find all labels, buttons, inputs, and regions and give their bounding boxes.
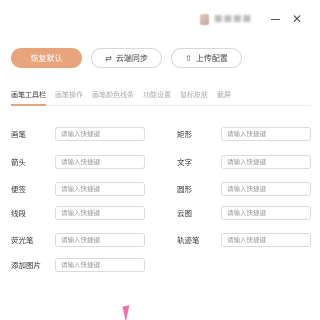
shortcut-input-highlighter[interactable]: 请输入快捷键 — [55, 233, 145, 247]
shortcut-input-arrow[interactable]: 请输入快捷键 — [55, 155, 145, 169]
shortcut-input-circle[interactable]: 请输入快捷键 — [221, 182, 311, 196]
upload-config-label: 上传配置 — [195, 53, 228, 63]
shortcut-label: 矩形 — [177, 129, 192, 139]
reset-default-button[interactable]: 恢复默认 — [11, 48, 82, 68]
tab-mouse-skin[interactable]: 鼠标皮肤 — [180, 90, 208, 105]
reset-default-label: 恢复默认 — [30, 53, 63, 63]
tab-function-settings[interactable]: 功能设置 — [143, 90, 171, 105]
shortcut-row-note: 便签 请输入快捷键 — [11, 182, 145, 196]
shortcut-input-add-image[interactable]: 请输入快捷键 — [55, 258, 145, 272]
shortcut-row-highlighter: 荧光笔 请输入快捷键 — [11, 233, 145, 247]
shortcut-label: 文字 — [177, 157, 192, 167]
shortcut-row-arrow: 箭头 请输入快捷键 — [11, 155, 145, 169]
close-button[interactable]: ✕ — [290, 12, 304, 26]
shortcut-row-cloud-shape: 云图 请输入快捷键 — [177, 206, 311, 220]
tab-screenshot[interactable]: 截屏 — [217, 90, 231, 105]
shortcut-label: 圆形 — [177, 184, 192, 194]
sync-icon: ⇄ — [105, 53, 112, 63]
shortcut-row-line: 线段 请输入快捷键 — [11, 206, 145, 220]
shortcut-label: 线段 — [11, 208, 26, 218]
shortcut-row-rectangle: 矩形 请输入快捷键 — [177, 127, 311, 141]
shortcut-label: 荧光笔 — [11, 235, 34, 245]
settings-tabs: 画笔工具栏 画笔操作 画笔颜色线条 功能设置 鼠标皮肤 截屏 — [11, 90, 311, 106]
user-info[interactable]: ■■■■ — [200, 13, 252, 25]
shortcut-input-trail-pen[interactable]: 请输入快捷键 — [221, 233, 311, 247]
action-bar: 恢复默认 ⇄ 云端同步 ⇧ 上传配置 — [11, 48, 242, 68]
shortcut-label: 轨迹笔 — [177, 235, 200, 245]
shortcut-row-trail-pen: 轨迹笔 请输入快捷键 — [177, 233, 311, 247]
shortcut-label: 箭头 — [11, 157, 26, 167]
shortcut-input-line[interactable]: 请输入快捷键 — [55, 206, 145, 220]
shortcut-row-pen: 画笔 请输入快捷键 — [11, 127, 145, 141]
shortcut-row-circle: 圆形 请输入快捷键 — [177, 182, 311, 196]
upload-icon: ⇧ — [185, 53, 192, 63]
shortcut-label: 便签 — [11, 184, 26, 194]
close-icon: ✕ — [291, 12, 303, 26]
tab-pen-toolbar[interactable]: 画笔工具栏 — [11, 90, 46, 106]
cloud-sync-label: 云端同步 — [115, 53, 148, 63]
username-blurred: ■■■■ — [214, 14, 253, 24]
cloud-sync-button[interactable]: ⇄ 云端同步 — [91, 48, 162, 68]
avatar — [200, 13, 209, 25]
shortcut-row-text: 文字 请输入快捷键 — [177, 155, 311, 169]
shortcut-row-add-image: 添加图片 请输入快捷键 — [11, 258, 145, 272]
shortcut-input-note[interactable]: 请输入快捷键 — [55, 182, 145, 196]
shortcut-input-pen[interactable]: 请输入快捷键 — [55, 127, 145, 141]
shortcut-input-cloud-shape[interactable]: 请输入快捷键 — [221, 206, 311, 220]
tab-pen-color-line[interactable]: 画笔颜色线条 — [92, 90, 134, 105]
pink-cursor-icon — [122, 303, 140, 320]
shortcut-label: 添加图片 — [11, 260, 41, 270]
shortcut-input-text[interactable]: 请输入快捷键 — [221, 155, 311, 169]
shortcut-label: 画笔 — [11, 129, 26, 139]
tab-pen-operation[interactable]: 画笔操作 — [55, 90, 83, 105]
shortcut-label: 云图 — [177, 208, 192, 218]
minimize-button[interactable] — [269, 13, 281, 25]
shortcut-input-rectangle[interactable]: 请输入快捷键 — [221, 127, 311, 141]
title-bar: ■■■■ ✕ — [0, 0, 320, 38]
upload-config-button[interactable]: ⇧ 上传配置 — [171, 48, 242, 68]
